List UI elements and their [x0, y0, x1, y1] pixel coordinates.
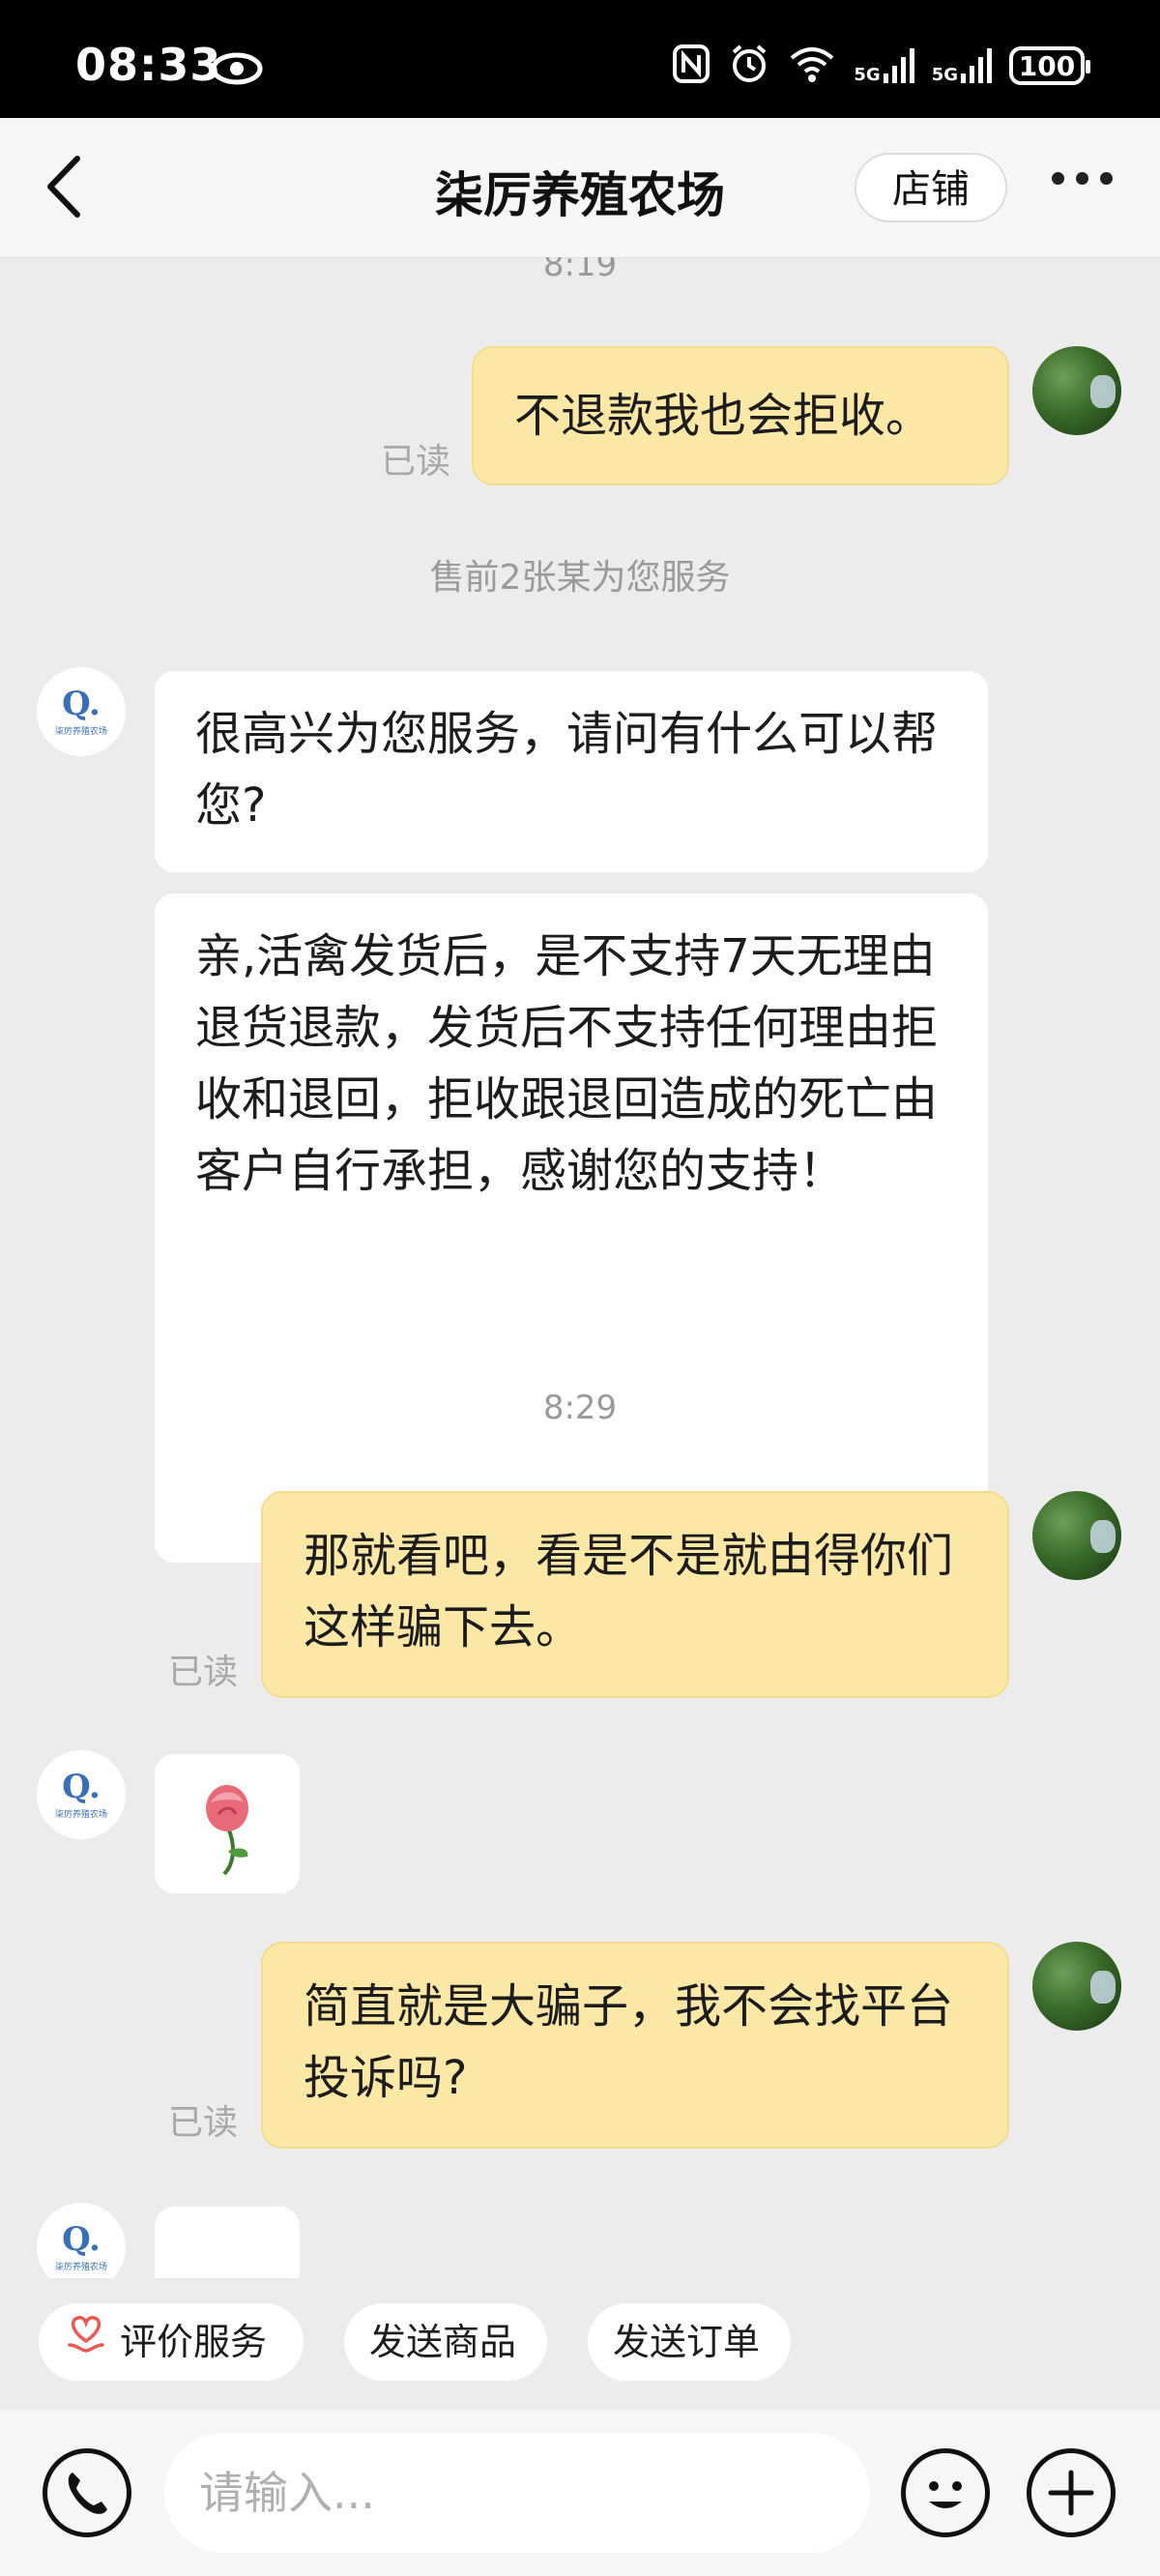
shop-avatar[interactable]: Q. 柒厉养殖农场	[37, 2203, 126, 2278]
timestamp: 8:29	[542, 1389, 618, 1427]
shop-button[interactable]: 店铺	[855, 153, 1007, 222]
my-message-bubble[interactable]: 那就看吧，看是不是就由得你们这样骗下去。	[261, 1491, 1009, 1698]
status-icons: 5G 5G 100	[672, 43, 1090, 89]
wifi-icon	[788, 44, 836, 87]
timestamp: 8:19	[542, 257, 618, 284]
rate-service-button[interactable]: 评价服务	[39, 2303, 304, 2381]
eye-icon	[211, 52, 263, 89]
blushing-face-sticker	[155, 2207, 300, 2278]
signal-icon-2: 5G	[932, 48, 992, 84]
read-status: 已读	[168, 1653, 239, 1692]
shop-message-bubble[interactable]: 亲,活禽发货后，是不支持7天无理由退货退款，发货后不支持任何理由拒收和退回，拒收…	[153, 892, 990, 1565]
sticker-message[interactable]	[153, 2205, 302, 2278]
smile-icon	[929, 2481, 962, 2508]
shop-message-bubble[interactable]: 很高兴为您服务，请问有什么可以帮您?	[153, 669, 990, 874]
emoji-button[interactable]	[901, 2448, 990, 2537]
more-actions-button[interactable]	[1027, 2448, 1116, 2537]
my-avatar[interactable]	[1032, 1491, 1121, 1580]
send-order-button[interactable]: 发送订单	[588, 2303, 791, 2381]
plus-icon	[1048, 2470, 1094, 2516]
heart-hand-icon	[64, 2303, 108, 2381]
status-time: 08:33	[75, 39, 222, 91]
read-status: 已读	[381, 442, 451, 482]
chat-header: 柒厉养殖农场 店铺	[0, 118, 1160, 258]
quick-actions: 评价服务 发送商品 发送订单	[0, 2303, 1160, 2381]
shop-avatar[interactable]: Q. 柒厉养殖农场	[37, 667, 126, 756]
my-message-bubble[interactable]: 简直就是大骗子，我不会找平台投诉吗?	[261, 1942, 1009, 2149]
shop-avatar-logo: Q.	[62, 1767, 101, 1806]
phone-icon	[68, 2473, 107, 2514]
battery-indicator: 100	[1009, 46, 1090, 85]
shop-avatar-logo: Q.	[62, 2219, 101, 2259]
sticker-message[interactable]	[153, 1752, 302, 1895]
shop-avatar-name: 柒厉养殖农场	[54, 726, 107, 737]
my-avatar[interactable]	[1032, 346, 1121, 435]
voice-call-button[interactable]	[43, 2448, 131, 2537]
my-avatar[interactable]	[1032, 1942, 1121, 2031]
send-product-button[interactable]: 发送商品	[344, 2303, 547, 2381]
shop-avatar[interactable]: Q. 柒厉养殖农场	[37, 1750, 126, 1839]
message-input[interactable]	[164, 2433, 870, 2553]
read-status: 已读	[168, 2103, 239, 2143]
input-bar	[0, 2410, 1160, 2576]
shop-avatar-name: 柒厉养殖农场	[54, 1809, 107, 1820]
chat-messages[interactable]: 8:19 已读 不退款我也会拒收。 售前2张某为您服务 Q. 柒厉养殖农场 很高…	[0, 257, 1160, 2278]
alarm-icon	[728, 43, 770, 89]
shop-avatar-logo: Q.	[62, 684, 101, 723]
nfc-icon	[672, 44, 710, 88]
more-button[interactable]	[1052, 172, 1113, 185]
signal-icon-1: 5G	[854, 48, 914, 84]
rose-sticker	[206, 1785, 248, 1876]
status-bar: 08:33 5G 5G 100	[0, 0, 1160, 118]
my-message-bubble[interactable]: 不退款我也会拒收。	[472, 346, 1009, 485]
shop-avatar-name: 柒厉养殖农场	[54, 2262, 107, 2272]
more-dots-icon	[1052, 172, 1064, 185]
rate-service-label: 评价服务	[120, 2321, 268, 2363]
service-notice: 售前2张某为您服务	[429, 558, 731, 598]
